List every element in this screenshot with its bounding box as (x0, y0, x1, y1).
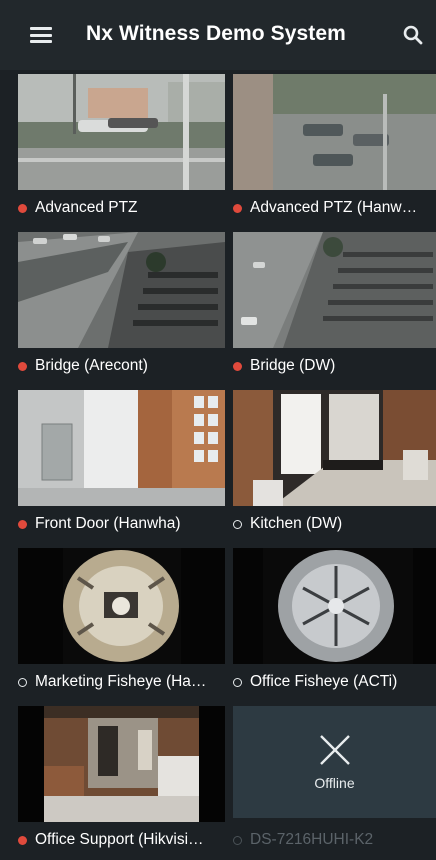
camera-thumbnail (233, 390, 436, 506)
camera-name: Front Door (Hanwha) (35, 515, 181, 532)
camera-thumbnail (18, 232, 225, 348)
camera-thumbnail (18, 706, 225, 822)
camera-thumbnail (233, 548, 436, 664)
camera-name: Kitchen (DW) (250, 515, 343, 532)
camera-label: Advanced PTZ (Hanw… (233, 198, 436, 218)
camera-name: Bridge (Arecont) (35, 357, 148, 374)
hamburger-menu-icon[interactable] (30, 27, 52, 43)
app-root: Nx Witness Demo System Advanced PTZ Adva… (0, 0, 436, 860)
camera-name: Office Support (Hikvisi… (35, 831, 204, 848)
recording-indicator (18, 203, 27, 213)
camera-name: DS-7216HUHI-K2 (250, 831, 374, 848)
offline-placeholder: Offline (233, 706, 436, 818)
camera-thumbnail (18, 548, 225, 664)
status-indicator (233, 677, 242, 687)
offline-text: Offline (314, 775, 355, 791)
recording-indicator (233, 203, 242, 213)
camera-tile[interactable]: Marketing Fisheye (Ha… (14, 548, 225, 706)
top-app-bar: Nx Witness Demo System (0, 0, 436, 70)
camera-tile-offline[interactable]: Offline DS-7216HUHI-K2 (229, 706, 436, 860)
recording-indicator (233, 361, 242, 371)
camera-label: Marketing Fisheye (Ha… (18, 672, 223, 692)
offline-x-icon (319, 735, 350, 765)
camera-label: Bridge (Arecont) (18, 356, 223, 376)
recording-indicator (18, 361, 27, 371)
camera-thumbnail (233, 74, 436, 190)
camera-label: Kitchen (DW) (233, 514, 436, 534)
page-title: Nx Witness Demo System (86, 22, 346, 45)
camera-tile[interactable]: Office Fisheye (ACTi) (229, 548, 436, 706)
camera-label: Front Door (Hanwha) (18, 514, 223, 534)
camera-tile[interactable]: Bridge (Arecont) (14, 232, 225, 390)
camera-name: Marketing Fisheye (Ha… (35, 673, 207, 690)
status-indicator (233, 519, 242, 529)
camera-name: Bridge (DW) (250, 357, 336, 374)
camera-label: Bridge (DW) (233, 356, 436, 376)
camera-tile[interactable]: Advanced PTZ (Hanw… (229, 74, 436, 232)
camera-tile[interactable]: Advanced PTZ (14, 74, 225, 232)
camera-tile[interactable]: Front Door (Hanwha) (14, 390, 225, 548)
camera-thumbnail (233, 232, 436, 348)
recording-indicator (18, 835, 27, 845)
camera-grid: Advanced PTZ Advanced PTZ (Hanw… Bridge … (0, 70, 436, 860)
camera-label: DS-7216HUHI-K2 (233, 830, 436, 850)
camera-tile[interactable]: Bridge (DW) (229, 232, 436, 390)
status-indicator (18, 677, 27, 687)
camera-tile[interactable]: Office Support (Hikvisi… (14, 706, 225, 860)
camera-name: Advanced PTZ (Hanw… (250, 199, 418, 216)
camera-label: Office Support (Hikvisi… (18, 830, 223, 850)
camera-label: Advanced PTZ (18, 198, 223, 218)
camera-thumbnail (18, 390, 225, 506)
camera-name: Office Fisheye (ACTi) (250, 673, 398, 690)
camera-name: Advanced PTZ (35, 199, 138, 216)
search-icon[interactable] (402, 24, 424, 46)
camera-tile[interactable]: Kitchen (DW) (229, 390, 436, 548)
status-indicator (233, 835, 242, 845)
recording-indicator (18, 519, 27, 529)
camera-label: Office Fisheye (ACTi) (233, 672, 436, 692)
camera-thumbnail (18, 74, 225, 190)
